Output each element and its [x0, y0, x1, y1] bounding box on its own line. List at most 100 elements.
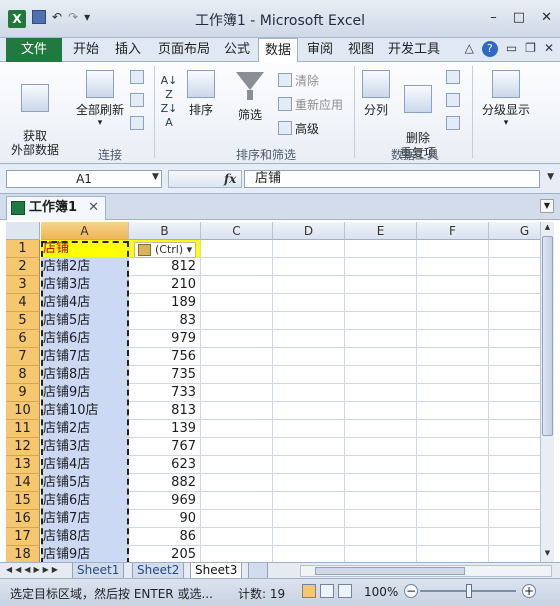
- close-button[interactable]: ✕: [541, 10, 552, 25]
- formula-input[interactable]: 店铺: [244, 170, 540, 188]
- row-header[interactable]: 11: [6, 420, 40, 438]
- row-header[interactable]: 9: [6, 384, 40, 402]
- cell-f17[interactable]: [417, 528, 489, 546]
- data-validation-icon[interactable]: [445, 70, 460, 84]
- cell-e13[interactable]: [345, 456, 417, 474]
- cell-c18[interactable]: [201, 546, 273, 562]
- tab-view[interactable]: 视图: [348, 38, 374, 62]
- tab-file[interactable]: 文件: [6, 38, 62, 62]
- tab-formulas[interactable]: 公式: [224, 38, 250, 62]
- cell-c16[interactable]: [201, 510, 273, 528]
- cell-e5[interactable]: [345, 312, 417, 330]
- cell-d18[interactable]: [273, 546, 345, 562]
- cell-e16[interactable]: [345, 510, 417, 528]
- cell-b10[interactable]: 813: [129, 402, 201, 420]
- cell-a9[interactable]: 店铺9店: [41, 384, 129, 402]
- horizontal-scrollbar[interactable]: [300, 565, 552, 577]
- cell-f16[interactable]: [417, 510, 489, 528]
- cell-a12[interactable]: 店铺3店: [41, 438, 129, 456]
- cell-g6[interactable]: [489, 330, 540, 348]
- cell-e7[interactable]: [345, 348, 417, 366]
- zoom-out-button[interactable]: −: [404, 584, 418, 598]
- cell-e18[interactable]: [345, 546, 417, 562]
- cell-c12[interactable]: [201, 438, 273, 456]
- cell-c15[interactable]: [201, 492, 273, 510]
- column-header-a[interactable]: A: [41, 222, 129, 240]
- row-header[interactable]: 10: [6, 402, 40, 420]
- tab-page-layout[interactable]: 页面布局: [158, 38, 210, 62]
- connections-icon[interactable]: [130, 70, 144, 84]
- row-header[interactable]: 3: [6, 276, 40, 294]
- cell-b14[interactable]: 882: [129, 474, 201, 492]
- column-header-e[interactable]: E: [345, 222, 417, 240]
- cell-e6[interactable]: [345, 330, 417, 348]
- cell-a16[interactable]: 店铺7店: [41, 510, 129, 528]
- cell-g5[interactable]: [489, 312, 540, 330]
- zoom-level[interactable]: 100%: [364, 585, 398, 599]
- cell-g2[interactable]: [489, 258, 540, 276]
- cell-a8[interactable]: 店铺8店: [41, 366, 129, 384]
- cell-b17[interactable]: 86: [129, 528, 201, 546]
- cell-d17[interactable]: [273, 528, 345, 546]
- cell-c13[interactable]: [201, 456, 273, 474]
- cell-b7[interactable]: 756: [129, 348, 201, 366]
- normal-view-icon[interactable]: [302, 584, 316, 598]
- cell-c2[interactable]: [201, 258, 273, 276]
- cell-g3[interactable]: [489, 276, 540, 294]
- row-header[interactable]: 1: [6, 240, 40, 258]
- cell-e3[interactable]: [345, 276, 417, 294]
- edit-links-icon[interactable]: [130, 116, 144, 130]
- cell-e1[interactable]: [345, 240, 417, 258]
- cell-f3[interactable]: [417, 276, 489, 294]
- cell-b9[interactable]: 733: [129, 384, 201, 402]
- sheet-nav-icons[interactable]: ◀◀◀▶▶▶: [6, 565, 61, 574]
- cell-d11[interactable]: [273, 420, 345, 438]
- scroll-thumb[interactable]: [542, 236, 553, 436]
- cell-f5[interactable]: [417, 312, 489, 330]
- cell-g9[interactable]: [489, 384, 540, 402]
- cell-a1[interactable]: 店铺: [41, 240, 129, 258]
- cell-b8[interactable]: 735: [129, 366, 201, 384]
- workbook-tab[interactable]: 工作簿1 ✕: [6, 196, 106, 220]
- row-header[interactable]: 12: [6, 438, 40, 456]
- cell-e15[interactable]: [345, 492, 417, 510]
- cell-g4[interactable]: [489, 294, 540, 312]
- cell-a10[interactable]: 店铺10店: [41, 402, 129, 420]
- row-header[interactable]: 13: [6, 456, 40, 474]
- cell-e10[interactable]: [345, 402, 417, 420]
- cell-f10[interactable]: [417, 402, 489, 420]
- row-header[interactable]: 17: [6, 528, 40, 546]
- cell-e17[interactable]: [345, 528, 417, 546]
- cell-c3[interactable]: [201, 276, 273, 294]
- cell-a14[interactable]: 店铺5店: [41, 474, 129, 492]
- sort-az-button[interactable]: A↓ Z Z↓ A: [158, 74, 180, 130]
- cell-f4[interactable]: [417, 294, 489, 312]
- cell-d9[interactable]: [273, 384, 345, 402]
- cell-g18[interactable]: [489, 546, 540, 562]
- cell-e14[interactable]: [345, 474, 417, 492]
- refresh-all-button[interactable]: 全部刷新 ▾: [74, 70, 126, 128]
- help-icon[interactable]: ?: [481, 41, 498, 57]
- workbook-close-icon[interactable]: ✕: [88, 197, 99, 219]
- cell-e9[interactable]: [345, 384, 417, 402]
- cell-g12[interactable]: [489, 438, 540, 456]
- cell-c1[interactable]: [201, 240, 273, 258]
- cell-g13[interactable]: [489, 456, 540, 474]
- cell-a2[interactable]: 店铺2店: [41, 258, 129, 276]
- page-break-view-icon[interactable]: [338, 584, 352, 598]
- row-header[interactable]: 7: [6, 348, 40, 366]
- cell-c10[interactable]: [201, 402, 273, 420]
- insert-function-button[interactable]: fx: [224, 172, 236, 186]
- cell-d3[interactable]: [273, 276, 345, 294]
- cell-a17[interactable]: 店铺8店: [41, 528, 129, 546]
- cell-e4[interactable]: [345, 294, 417, 312]
- spreadsheet-grid[interactable]: A B C D E F G 1 店铺 2 店铺2店 812 3 店铺3店 210 4 店铺4店 189 5 店铺5店 8…: [6, 222, 540, 562]
- cell-c11[interactable]: [201, 420, 273, 438]
- cell-c14[interactable]: [201, 474, 273, 492]
- cell-f6[interactable]: [417, 330, 489, 348]
- cell-b12[interactable]: 767: [129, 438, 201, 456]
- cell-g16[interactable]: [489, 510, 540, 528]
- cell-e12[interactable]: [345, 438, 417, 456]
- wb-close-icon[interactable]: ✕: [544, 41, 554, 57]
- cell-g11[interactable]: [489, 420, 540, 438]
